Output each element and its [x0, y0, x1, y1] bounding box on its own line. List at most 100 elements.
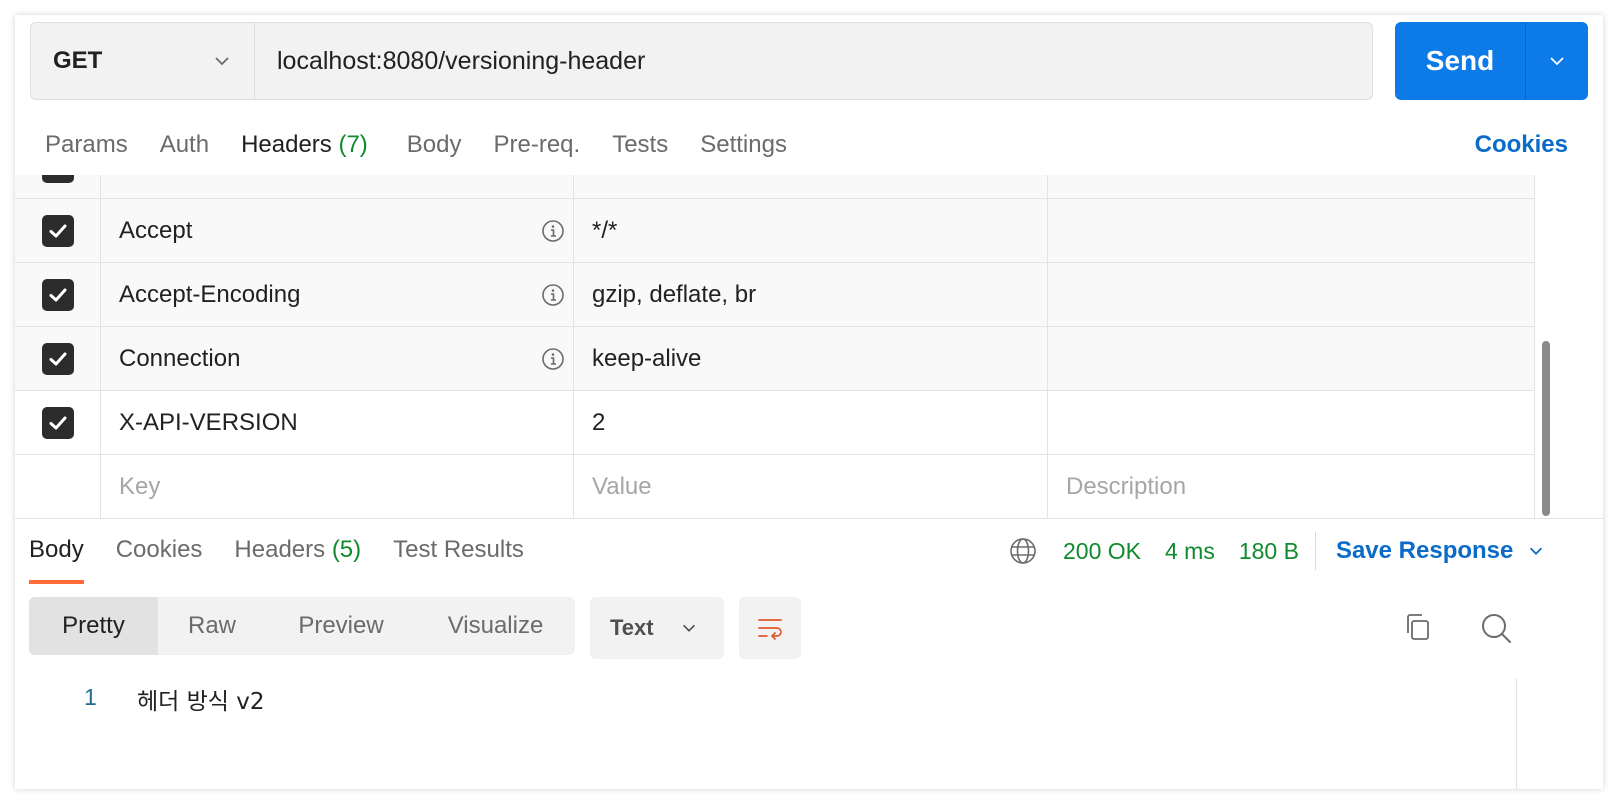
header-value: 2 — [592, 408, 606, 436]
format-select[interactable]: Text — [590, 597, 724, 659]
chevron-down-icon — [215, 57, 229, 66]
request-panel: GET Send Params Auth Headers (7) Body Pr… — [15, 15, 1603, 789]
tab-test-results[interactable]: Test Results — [393, 536, 524, 584]
copy-icon[interactable] — [1402, 611, 1434, 643]
check-icon — [49, 288, 66, 301]
method-select[interactable]: GET — [31, 23, 255, 99]
description-cell[interactable] — [1048, 327, 1535, 390]
code-line: 헤더 방식 v2 — [137, 689, 265, 715]
table-row: Accept */* — [15, 199, 1535, 263]
row-check-cell — [15, 199, 101, 262]
tab-headers[interactable]: Headers (7) — [241, 131, 368, 181]
description-cell[interactable] — [1048, 199, 1535, 262]
tab-label: Body — [406, 131, 462, 158]
header-checkbox[interactable] — [41, 214, 74, 247]
tab-label: Headers — [241, 131, 332, 158]
method-label: GET — [53, 47, 103, 74]
headers-table: Accept */* Accept-Encoding gzip, deflate… — [15, 175, 1535, 518]
header-key: Connection — [119, 344, 241, 372]
tab-response-cookies[interactable]: Cookies — [116, 536, 203, 584]
tab-label: Cookies — [115, 536, 203, 563]
value-cell[interactable]: keep-alive — [574, 327, 1048, 390]
view-mode-toggle: Pretty Raw Preview Visualize — [29, 597, 575, 655]
value-cell[interactable]: gzip, deflate, br — [574, 263, 1048, 326]
line-number: 1 — [84, 684, 97, 710]
search-icon[interactable] — [1479, 611, 1513, 645]
header-checkbox[interactable] — [41, 278, 74, 311]
value-cell[interactable] — [574, 175, 1048, 198]
response-time[interactable]: 4 ms — [1165, 538, 1215, 565]
tab-label: Params — [45, 131, 128, 158]
format-label: Text — [610, 615, 654, 640]
description-cell[interactable] — [1048, 175, 1535, 198]
save-response-label: Save Response — [1335, 537, 1514, 564]
send-button[interactable]: Send — [1395, 22, 1526, 100]
url-input[interactable] — [255, 23, 1372, 99]
tab-response-body[interactable]: Body — [29, 536, 84, 584]
description-cell[interactable]: Description — [1048, 455, 1535, 518]
header-value: gzip, deflate, br — [592, 280, 757, 308]
divider — [1314, 532, 1316, 570]
header-key: Accept — [119, 216, 193, 244]
header-checkbox[interactable] — [41, 175, 74, 183]
divider — [1516, 678, 1517, 789]
mode-preview[interactable]: Preview — [266, 597, 416, 655]
globe-icon[interactable] — [1008, 536, 1038, 566]
new-header-row: Key Value Description — [15, 455, 1535, 518]
send-options-button[interactable] — [1526, 22, 1588, 100]
save-response-button[interactable]: Save Response — [1336, 537, 1570, 565]
table-row-clipped — [15, 175, 1535, 199]
response-body-viewer[interactable]: 1 헤더 방식 v2 — [15, 678, 1603, 789]
description-cell[interactable] — [1048, 391, 1535, 454]
response-tabs: Body Cookies Headers (5) Test Results — [29, 536, 556, 584]
key-cell[interactable] — [101, 175, 574, 198]
header-checkbox[interactable] — [41, 342, 74, 375]
check-icon — [49, 352, 66, 365]
headers-scrollbar[interactable] — [1542, 341, 1550, 516]
header-value: */* — [592, 216, 618, 244]
key-cell[interactable]: Accept — [101, 199, 574, 262]
response-status-bar: 200 OK 4 ms 180 B Save Response — [1008, 532, 1570, 570]
header-value: keep-alive — [592, 344, 702, 372]
key-cell[interactable]: Accept-Encoding — [101, 263, 574, 326]
cookies-link[interactable]: Cookies — [1475, 131, 1568, 159]
status-code[interactable]: 200 OK — [1063, 538, 1141, 565]
key-cell[interactable]: Connection — [101, 327, 574, 390]
info-icon[interactable] — [541, 283, 565, 307]
key-cell[interactable]: Key — [101, 455, 574, 518]
value-cell[interactable]: Value — [574, 455, 1048, 518]
key-cell[interactable]: X-API-VERSION — [101, 391, 574, 454]
row-check-cell — [15, 391, 101, 454]
response-size[interactable]: 180 B — [1239, 538, 1299, 565]
header-key: X-API-VERSION — [119, 408, 298, 436]
info-icon[interactable] — [541, 219, 565, 243]
tab-params[interactable]: Params — [45, 131, 128, 181]
tab-response-headers[interactable]: Headers (5) — [234, 536, 361, 584]
row-check-cell — [15, 175, 101, 198]
tab-pre-request[interactable]: Pre-req. — [494, 131, 581, 181]
tab-tests[interactable]: Tests — [612, 131, 668, 181]
check-icon — [49, 416, 66, 429]
chevron-down-icon — [1530, 547, 1543, 555]
url-bar: GET — [30, 22, 1373, 100]
tab-label: Test Results — [393, 536, 524, 563]
value-cell[interactable]: 2 — [574, 391, 1048, 454]
wrap-lines-button[interactable] — [739, 597, 801, 659]
description-cell[interactable] — [1048, 263, 1535, 326]
tab-label: Auth — [159, 131, 210, 158]
send-button-group: Send — [1395, 22, 1588, 100]
info-icon[interactable] — [541, 347, 565, 371]
mode-visualize[interactable]: Visualize — [416, 597, 575, 655]
tab-label: Settings — [700, 131, 787, 158]
tab-settings[interactable]: Settings — [700, 131, 787, 181]
header-checkbox[interactable] — [41, 406, 74, 439]
tab-body[interactable]: Body — [407, 131, 462, 181]
tab-count: (7) — [338, 131, 368, 158]
value-cell[interactable]: */* — [574, 199, 1048, 262]
mode-pretty[interactable]: Pretty — [29, 597, 158, 655]
tab-auth[interactable]: Auth — [160, 131, 209, 181]
key-placeholder: Key — [119, 473, 161, 500]
row-check-cell — [15, 327, 101, 390]
mode-raw[interactable]: Raw — [158, 597, 266, 655]
table-row: X-API-VERSION 2 — [15, 391, 1535, 455]
